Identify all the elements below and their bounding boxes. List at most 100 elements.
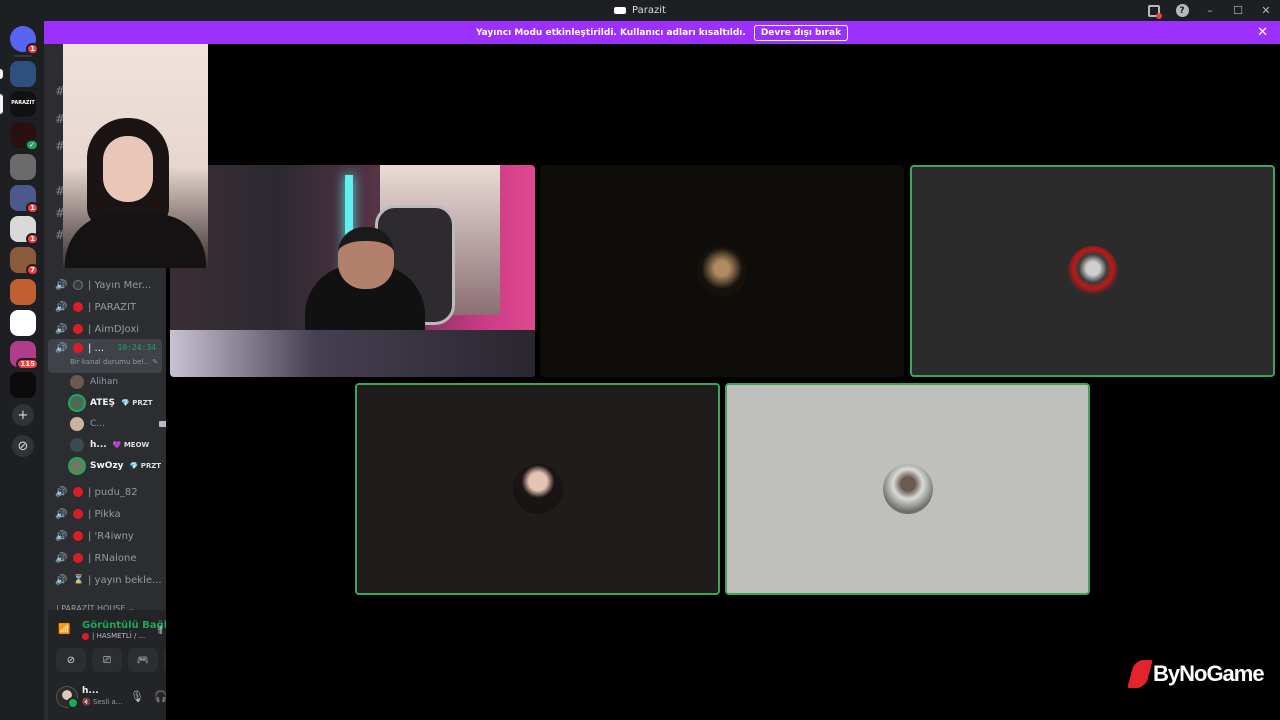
minimize-button[interactable]: – [1196, 0, 1224, 21]
participant-tile-5[interactable] [725, 383, 1090, 595]
participant-tile-2[interactable] [540, 165, 904, 377]
voice-channel-item[interactable]: 🔊 | 'R4iwny [48, 526, 162, 546]
self-camera-preview[interactable] [63, 44, 208, 268]
server-icon-server-3[interactable]: ✓ [10, 122, 39, 151]
camera-icon [159, 421, 166, 427]
camera-off-button[interactable]: ⊘ [56, 648, 86, 672]
inbox-icon [1148, 4, 1162, 19]
stream-tile[interactable] [170, 165, 535, 377]
user-name[interactable]: h... [82, 686, 99, 696]
voice-member-item[interactable]: ATEŞ 💎 PRZT [70, 394, 162, 412]
title-bar: Parazit ? – ☐ ✕ [0, 0, 1280, 21]
member-name: h... [90, 440, 107, 450]
member-name: C... [90, 419, 105, 429]
help-icon: ? [1175, 4, 1189, 17]
screen-share-button[interactable]: ⎚ [92, 648, 122, 672]
discover-button[interactable]: ⊘ [12, 435, 34, 457]
voice-channel-item[interactable]: 🔊 | pudu_82 [48, 482, 162, 502]
member-name: SwOzy [90, 461, 124, 471]
server-icon-server-7[interactable]: 7 [10, 247, 39, 276]
activity-button[interactable]: 🎮 [128, 648, 158, 672]
voice-channel-label: | AimDJoxi [88, 323, 140, 335]
server-badge: 1 [26, 202, 39, 214]
member-guild-tag: 💎 PRZT [121, 399, 153, 407]
connection-signal-icon[interactable]: 📶 [58, 624, 70, 635]
server-icon-server-9[interactable] [10, 310, 36, 336]
microphone-icon[interactable]: 🎙 [130, 690, 144, 703]
server-icon-server-11[interactable] [10, 372, 36, 398]
member-name: Alihan [90, 377, 119, 387]
member-name: ATEŞ [90, 398, 116, 408]
voice-member-item[interactable]: h... 💜 MEOW [70, 436, 162, 454]
server-rail: 1 PARAZIT ✓ 1 1 7 115 + ⊘ [0, 21, 44, 720]
server-icon-server-6[interactable]: 1 [10, 216, 39, 245]
maximize-button[interactable]: ☐ [1224, 0, 1252, 21]
soundboard-button[interactable]: ✦ [164, 648, 166, 672]
help-button[interactable]: ? [1168, 0, 1196, 21]
live-dot-icon [73, 531, 83, 541]
rail-separator [14, 55, 32, 57]
voice-channel-label: | Yayın Mer... [88, 279, 152, 291]
close-button[interactable]: ✕ [1252, 0, 1280, 21]
voice-member-item[interactable]: SwOzy 💎 PRZT [70, 457, 162, 475]
server-icon-discord-home[interactable]: 1 [10, 26, 39, 55]
user-avatar[interactable] [56, 686, 79, 709]
participant-avatar [882, 464, 933, 514]
voice-channel-label: | yayın bekle... [88, 574, 162, 586]
server-icon-server-10[interactable]: 115 [10, 341, 39, 370]
voice-connected-channel[interactable]: | HASMETLİ / ... [82, 632, 145, 640]
voice-connected-title: Görüntülü Bağl [82, 620, 166, 631]
voice-channel-item[interactable]: 🔊 | AimDJoxi [48, 319, 162, 339]
live-dot-icon [73, 487, 83, 497]
voice-member-item[interactable]: Alihan [70, 373, 162, 391]
server-badge: 1 [26, 43, 39, 55]
speaker-icon: 🔊 [55, 530, 68, 542]
server-icon-server-1[interactable] [10, 61, 36, 87]
banner-message: Yayıncı Modu etkinleştirildi. Kullanıcı … [475, 27, 746, 38]
participant-tile-3[interactable] [910, 165, 1275, 377]
live-dot-icon [73, 343, 83, 353]
voice-channel-label: | RNalone [88, 552, 137, 564]
banner-close-icon[interactable]: ✕ [1257, 25, 1268, 40]
server-icon-server-8[interactable] [10, 279, 36, 305]
streamer-mode-banner: Yayıncı Modu etkinleştirildi. Kullanıcı … [44, 21, 1280, 44]
voice-channel-item[interactable]: 🔊 | Pikka [48, 504, 162, 524]
server-icon-parazit[interactable]: PARAZIT [10, 91, 36, 117]
voice-channel-item[interactable]: 🔊 | RNalone [48, 548, 162, 568]
server-icon-server-5[interactable]: 1 [10, 185, 39, 214]
server-indicator-pill [0, 69, 3, 79]
server-badge: 7 [26, 264, 39, 276]
participant-avatar [512, 464, 563, 514]
inbox-button[interactable] [1140, 0, 1168, 21]
voice-member-item[interactable]: C... [70, 415, 166, 433]
voice-channel-label: | PARAZIT [88, 301, 137, 313]
speaker-icon: 🔊 [55, 323, 68, 335]
stream-video [170, 165, 535, 377]
user-status: 🔇 Sesli a... [82, 698, 123, 706]
speaker-icon: 🔊 [55, 552, 68, 564]
bynogame-logo-icon [1127, 660, 1153, 688]
channel-status-text[interactable]: Bir kanal durumu bel... ✎ [70, 358, 158, 366]
live-dot-icon [73, 553, 83, 563]
server-icon-server-4[interactable] [10, 154, 36, 180]
member-avatar [70, 396, 84, 410]
voice-channel-item[interactable]: 🔊 ⌛ | yayın bekle... [48, 570, 162, 590]
member-avatar [70, 438, 84, 452]
add-server-button[interactable]: + [12, 404, 34, 426]
member-avatar [70, 417, 84, 431]
voice-channel-item[interactable]: 🔊 | PARAZIT [48, 297, 162, 317]
speaker-icon: 🔊 [55, 301, 68, 313]
voice-channel-item[interactable]: 🔊 | ... 10:24:34 Bir kanal durumu bel... ✎ [48, 339, 162, 373]
noise-suppression-icon[interactable]: ⫴ [158, 624, 163, 638]
participant-tile-4[interactable] [355, 383, 720, 595]
watermark-text: ByNoGame [1153, 661, 1265, 686]
disable-streamer-mode-button[interactable]: Devre dışı bırak [753, 24, 849, 41]
speaker-icon: 🔊 [55, 279, 68, 291]
voice-channel-item[interactable]: 🔊 | Yayın Mer... [48, 275, 162, 295]
headphones-icon[interactable]: 🎧 [154, 690, 166, 703]
discord-window: Parazit ? – ☐ ✕ Yayıncı Modu etkinleştir… [0, 0, 1280, 720]
speaker-icon: 🔊 [55, 343, 68, 354]
member-guild-tag: 💜 MEOW [112, 441, 150, 449]
speaker-icon: 🔊 [55, 508, 68, 520]
server-badge: 1 [26, 233, 39, 245]
